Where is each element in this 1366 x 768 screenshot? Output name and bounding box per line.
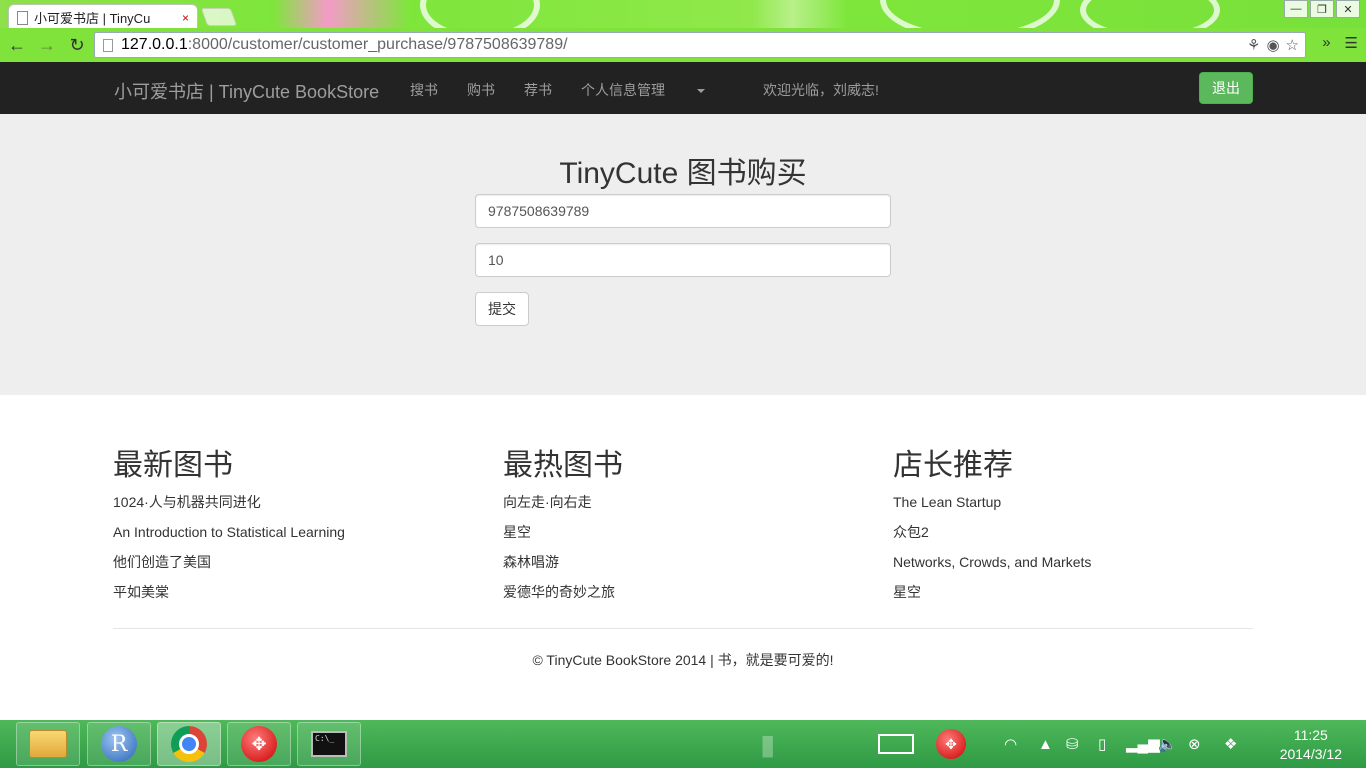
url-path: :8000/customer/customer_purchase/9787508… [187,36,568,53]
volume-icon[interactable]: 🔈 [1158,720,1177,768]
book-link[interactable]: 星空 [503,522,883,552]
logout-button[interactable]: 退出 [1199,72,1253,104]
column-title: 店长推荐 [893,448,1013,483]
chrome-icon [171,726,207,762]
tab-close-icon[interactable]: × [182,11,189,25]
tab-title: 小可爱书店 | TinyCu [34,11,151,26]
quantity-input[interactable]: 10 [475,243,891,277]
page-icon [17,10,28,25]
book-link[interactable]: 向左走·向右走 [503,492,883,522]
signal-icon[interactable]: ▂▄▆ [1126,720,1160,768]
forward-arrow-icon[interactable]: → [34,32,60,58]
reload-icon[interactable]: ↻ [64,32,90,58]
explorer-taskbar-button[interactable] [16,722,80,766]
bookmark-star-icon[interactable]: ☆ [1286,36,1299,54]
book-link[interactable]: 1024·人与机器共同进化 [113,492,493,522]
address-bar[interactable]: 127.0.0.1:8000/customer/customer_purchas… [94,32,1306,58]
book-link[interactable]: The Lean Startup [893,492,1273,522]
nav-item-search[interactable]: 搜书 [410,80,438,100]
brand-link[interactable]: 小可爱书店 | TinyCute BookStore [114,78,379,104]
new-tab-button[interactable] [200,8,238,26]
nav-item-buy[interactable]: 购书 [467,80,495,100]
battery-icon[interactable]: ▯ [1098,720,1106,768]
recommended-books-column: 店长推荐 The Lean Startup 众包2 Networks, Crow… [893,440,1273,612]
action-center-icon[interactable]: ⊗ [1188,720,1201,768]
back-arrow-icon[interactable]: ← [4,32,30,58]
book-link[interactable]: 平如美棠 [113,582,493,612]
nav-menu: 搜书 购书 荐书 个人信息管理 欢迎光临，刘威志! [410,80,908,100]
chevron-double-right-icon[interactable]: » [1322,34,1330,52]
book-link[interactable]: An Introduction to Statistical Learning [113,522,493,552]
browser-tab[interactable]: 小可爱书店 | TinyCu × [8,4,198,28]
nav-item-profile-label: 个人信息管理 [581,82,665,98]
hottest-books-column: 最热图书 向左走·向右走 星空 森林唱游 爱德华的奇妙之旅 [503,440,883,612]
close-window-button[interactable]: ✕ [1336,0,1360,18]
menu-icon[interactable]: ☰ [1345,34,1358,52]
keyboard-icon[interactable] [878,720,914,768]
book-link[interactable]: 森林唱游 [503,552,883,582]
terminal-icon: C:\_ [311,731,347,757]
sync-icon[interactable]: ◉ [1266,36,1279,54]
nav-item-recommend[interactable]: 荐书 [524,80,552,100]
book-link[interactable]: 星空 [893,582,1273,612]
theme-decoration [420,0,540,28]
clock-time: 11:25 [1293,727,1328,743]
book-link[interactable]: 众包2 [893,522,1273,552]
nav-item-profile-dropdown[interactable]: 个人信息管理 [581,80,734,100]
welcome-text: 欢迎光临，刘威志! [763,82,879,98]
book-link[interactable]: Networks, Crowds, and Markets [893,552,1273,582]
window-controls: — ❐ ✕ [1284,0,1360,18]
caret-down-icon [697,89,705,94]
clock-date: 2014/3/12 [1279,746,1342,762]
url-host: 127.0.0.1 [121,36,188,53]
isbn-input[interactable]: 9787508639789 [475,194,891,228]
chrome-taskbar-button[interactable] [157,722,221,766]
footer-divider [113,628,1253,629]
tray-ghost-icon: ▮ [760,728,776,760]
site-navbar: 小可爱书店 | TinyCute BookStore 搜书 购书 荐书 个人信息… [0,62,1366,114]
newest-books-column: 最新图书 1024·人与机器共同进化 An Introduction to St… [113,440,493,612]
extension-icon[interactable]: ⚘ [1247,36,1260,54]
theme-decoration [880,0,1060,28]
usb-icon[interactable]: ⛁ [1066,720,1079,768]
folder-icon [29,730,67,758]
app-taskbar-button[interactable]: ✥ [227,722,291,766]
column-title: 最热图书 [503,448,623,483]
book-link[interactable]: 爱德华的奇妙之旅 [503,582,883,612]
browser-menu-area: » ☰ [1322,34,1358,52]
page-title: TinyCute 图书购买 [559,157,807,190]
minimize-button[interactable]: — [1284,0,1308,18]
paw-icon[interactable]: ❖ [1224,720,1237,768]
notification-app-icon[interactable]: ✥ [936,720,966,768]
theme-decoration [1080,0,1220,28]
purchase-panel: TinyCute 图书购买 9787508639789 10 提交 [0,114,1366,395]
network-app-icon: ✥ [241,726,277,762]
column-title: 最新图书 [113,448,233,483]
wifi-icon[interactable]: ◠ [1004,720,1017,768]
r-app-icon: R [101,726,137,762]
browser-toolbar: ← → ↻ 127.0.0.1:8000/customer/customer_p… [0,28,1366,62]
r-taskbar-button[interactable]: R [87,722,151,766]
browser-tabstrip: 小可爱书店 | TinyCu × — ❐ ✕ [0,0,1366,28]
taskbar: R ✥ C:\_ ▮ ✥ ◠ ▲ ⛁ ▯ ▂▄▆ 🔈 ⊗ ❖ 11:25 201… [0,720,1366,768]
submit-button[interactable]: 提交 [475,292,529,326]
footer-text: © TinyCute BookStore 2014 | 书，就是要可爱的! [532,652,834,668]
cmd-taskbar-button[interactable]: C:\_ [297,722,361,766]
show-hidden-icons-chevron-icon[interactable]: ▲ [1038,720,1053,768]
page-icon [103,38,113,52]
omnibox-actions: ⚘ ◉ ☆ [1247,36,1299,54]
book-link[interactable]: 他们创造了美国 [113,552,493,582]
maximize-button[interactable]: ❐ [1310,0,1334,18]
clock[interactable]: 11:25 2014/3/12 [1280,726,1342,764]
